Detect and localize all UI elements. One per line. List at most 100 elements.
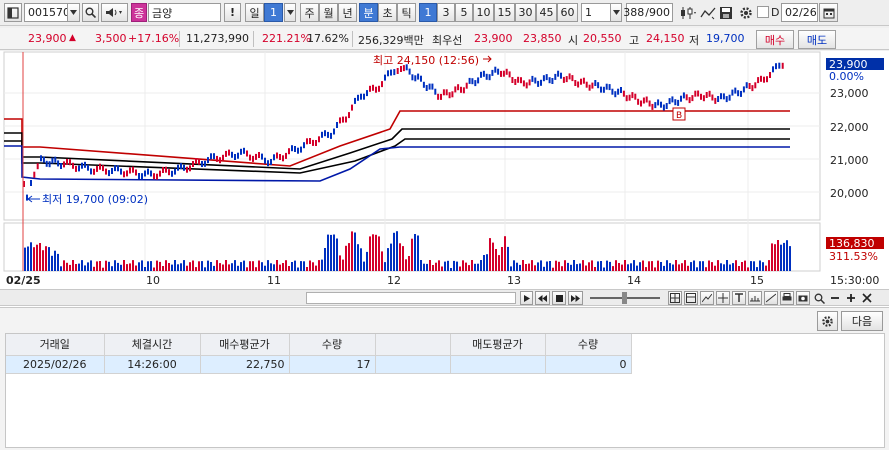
candle xyxy=(111,168,113,174)
candle xyxy=(763,76,765,83)
candle xyxy=(318,136,320,143)
period-second-button[interactable]: 초 xyxy=(378,3,397,22)
volume-bar xyxy=(777,240,779,271)
volume-bar xyxy=(741,262,743,271)
interval-30-button[interactable]: 30 xyxy=(515,3,536,22)
interval-5-button[interactable]: 5 xyxy=(455,3,473,22)
column-header: 수량 xyxy=(545,334,632,356)
buy-button[interactable]: 매수 xyxy=(756,30,794,49)
window-icon[interactable] xyxy=(4,3,22,22)
column-header xyxy=(375,334,451,356)
line-tool-button[interactable] xyxy=(764,291,778,305)
volume-bar xyxy=(207,260,209,271)
calendar-button[interactable] xyxy=(819,3,838,22)
rewind-button[interactable] xyxy=(535,291,550,305)
close-button[interactable] xyxy=(860,291,874,305)
interval-60-button[interactable]: 60 xyxy=(557,3,578,22)
volume-bar xyxy=(93,266,95,271)
candle xyxy=(342,116,344,123)
layout-button[interactable] xyxy=(684,291,698,305)
chart-area[interactable]: 최고 24,150 (12:56) 최저 19,700 (09:02) B 23… xyxy=(0,51,889,308)
crosshair-button[interactable] xyxy=(716,291,730,305)
volume-bar xyxy=(516,262,518,271)
table-row[interactable]: 2025/02/26 14:26:00 22,750 17 0 xyxy=(6,355,632,374)
volume-bar xyxy=(114,260,116,271)
date-field[interactable]: 02/26 xyxy=(781,3,818,22)
period-month-button[interactable]: 월 xyxy=(319,3,338,22)
interval-3-button[interactable]: 3 xyxy=(437,3,455,22)
chart-scroll-bar[interactable] xyxy=(0,289,889,306)
scroll-thumb[interactable] xyxy=(306,292,516,304)
volume-bar xyxy=(750,261,752,271)
low-price: 19,700 xyxy=(706,32,745,45)
stock-name-field[interactable]: 금양 xyxy=(148,3,221,22)
print-button[interactable] xyxy=(780,291,794,305)
interval-label: 15 xyxy=(497,6,512,19)
sell-button[interactable]: 매도 xyxy=(798,30,836,49)
volume-bar xyxy=(576,264,578,271)
stock-code-dropdown[interactable] xyxy=(67,3,80,22)
panel-settings-button[interactable] xyxy=(817,311,838,331)
d-checkbox[interactable] xyxy=(757,6,769,18)
candle-type-icon[interactable] xyxy=(678,3,698,22)
date-value: 02/26 xyxy=(785,6,817,19)
candle xyxy=(363,93,365,100)
period-day-button[interactable]: 일 xyxy=(245,3,264,22)
period-dropdown[interactable] xyxy=(284,3,296,22)
volume-bar xyxy=(318,260,320,271)
scroll-right-button[interactable] xyxy=(520,291,533,305)
price-chart[interactable]: 최고 24,150 (12:56) 최저 19,700 (09:02) B 23… xyxy=(0,51,889,289)
indicator-icon[interactable] xyxy=(699,3,717,22)
interval-1-button[interactable]: 1 xyxy=(419,3,437,22)
volume-bar xyxy=(783,242,785,271)
display-count-field[interactable]: 388/900 xyxy=(623,3,673,22)
alert-button[interactable]: ! xyxy=(224,3,241,22)
text-tool-button[interactable] xyxy=(732,291,746,305)
period-year-button[interactable]: 년 xyxy=(338,3,357,22)
interval-10-button[interactable]: 10 xyxy=(473,3,494,22)
volume-bar xyxy=(564,260,566,271)
candle xyxy=(75,165,77,172)
interval-spin-dropdown[interactable] xyxy=(610,3,622,22)
search-button[interactable] xyxy=(82,3,99,22)
camera-button[interactable] xyxy=(796,291,810,305)
zoom-search-button[interactable] xyxy=(812,291,826,305)
stock-code-input[interactable]: 001570 xyxy=(24,3,70,22)
zoom-slider-thumb[interactable] xyxy=(622,292,627,304)
candle xyxy=(51,157,54,164)
volume-bar xyxy=(354,232,356,271)
volume-bar xyxy=(600,261,602,271)
zoom-in-button[interactable] xyxy=(844,291,858,305)
candle xyxy=(640,100,642,107)
next-button[interactable]: 다음 xyxy=(841,311,883,331)
interval-spin-input[interactable]: 1 xyxy=(581,3,611,22)
volume-bar xyxy=(594,267,596,271)
volume-bar xyxy=(69,264,71,271)
interval-15-button[interactable]: 15 xyxy=(494,3,515,22)
forward-button[interactable] xyxy=(568,291,583,305)
candle xyxy=(702,95,705,102)
candle xyxy=(454,86,457,93)
volume-bar xyxy=(435,262,437,271)
trend-tool-button[interactable] xyxy=(700,291,714,305)
volume-bar xyxy=(51,255,53,271)
quote-bar: 23,900 ▲ 3,500 +17.16% 11,273,990 221.21… xyxy=(0,28,889,50)
zoom-out-button[interactable] xyxy=(828,291,842,305)
volume-bar xyxy=(588,262,590,271)
period-tool-button[interactable] xyxy=(748,291,762,305)
sound-button[interactable] xyxy=(101,3,128,22)
volume-bar xyxy=(297,267,299,271)
volume-bar xyxy=(714,265,716,271)
save-icon[interactable] xyxy=(717,3,735,22)
interval-45-button[interactable]: 45 xyxy=(536,3,557,22)
candle xyxy=(72,162,74,169)
period-week-button[interactable]: 주 xyxy=(300,3,319,22)
volume-ratio: 221.21% xyxy=(262,32,311,45)
stop-button[interactable] xyxy=(552,291,566,305)
period-minute-button[interactable]: 분 xyxy=(359,3,378,22)
settings-icon[interactable] xyxy=(737,3,755,22)
period-value-field[interactable]: 1 xyxy=(264,3,283,22)
candle xyxy=(617,88,620,95)
period-tick-button[interactable]: 틱 xyxy=(397,3,416,22)
zoom-icon-button[interactable] xyxy=(668,291,682,305)
